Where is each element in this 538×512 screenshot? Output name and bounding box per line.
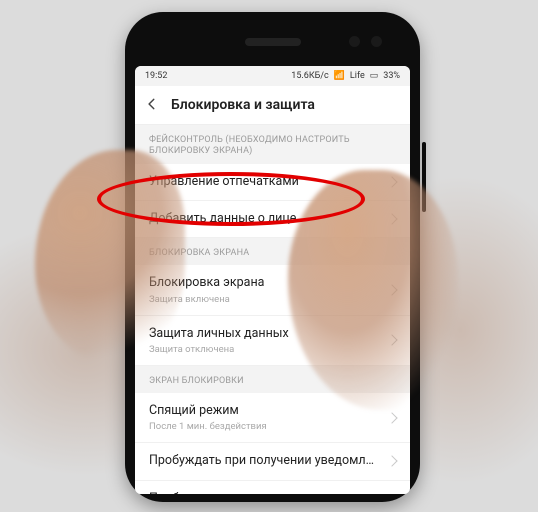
row-subtitle: После 1 мин. бездействия <box>149 421 380 432</box>
status-carrier: Life <box>350 71 365 81</box>
status-speed: 15.6КБ/с <box>291 71 328 81</box>
row-title: Пробуждать кнопками громкости <box>149 491 380 495</box>
status-bar: 19:52 15.6КБ/с 📶 Life ▭ 33% <box>135 66 410 86</box>
signal-icon: 📶 <box>334 71 345 81</box>
row-wake-volume-buttons[interactable]: Пробуждать кнопками громкости Нажатие кн… <box>135 481 410 495</box>
chevron-right-icon <box>386 456 397 467</box>
battery-icon: ▭ <box>370 71 379 81</box>
section-face-label: ФЕЙСКОНТРОЛЬ (НЕОБХОДИМО НАСТРОИТЬ БЛОКИ… <box>135 125 410 164</box>
chevron-right-icon <box>386 412 397 423</box>
page-title: Блокировка и защита <box>171 97 315 113</box>
row-title: Спящий режим <box>149 403 380 419</box>
status-time: 19:52 <box>145 71 167 81</box>
back-arrow-icon <box>145 97 159 111</box>
page-header: Блокировка и защита <box>135 86 410 125</box>
back-button[interactable] <box>145 96 159 115</box>
row-title: Пробуждать при получении уведомлений <box>149 453 380 469</box>
front-camera-icon <box>349 36 360 47</box>
row-wake-on-notification[interactable]: Пробуждать при получении уведомлений <box>135 443 410 480</box>
speaker-grille <box>245 38 301 46</box>
sensor-icon <box>371 36 382 47</box>
status-battery-pct: 33% <box>383 71 400 81</box>
